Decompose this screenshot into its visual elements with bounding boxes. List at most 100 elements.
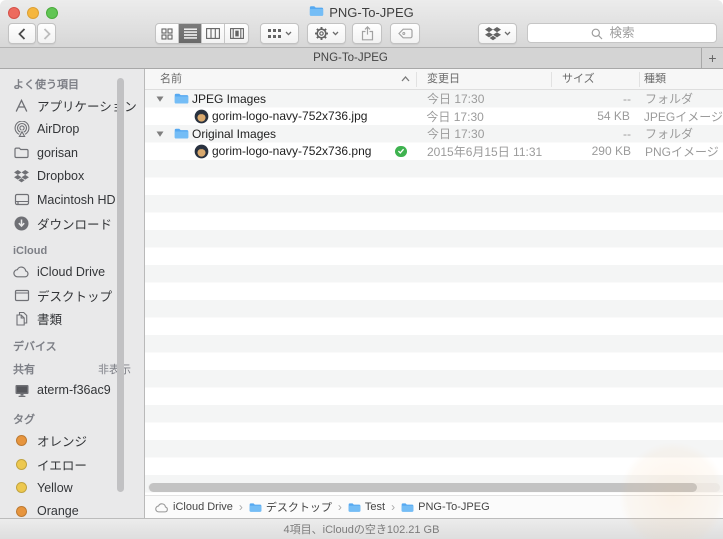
cloud-icon (13, 263, 30, 280)
arrange-menu-button[interactable] (260, 23, 299, 44)
column-header-size[interactable]: サイズ (562, 69, 595, 90)
column-header-modified[interactable]: 変更日 (427, 69, 460, 90)
search-input[interactable] (528, 24, 716, 42)
disclosure-triangle-icon[interactable] (156, 95, 164, 103)
documents-icon (13, 310, 30, 327)
path-segment-test[interactable]: Test (348, 501, 385, 513)
path-segment-desktop[interactable]: デスクトップ (249, 499, 332, 515)
forward-button[interactable] (37, 23, 56, 44)
horizontal-scrollbar-thumb[interactable] (149, 483, 697, 492)
file-size: -- (623, 91, 631, 106)
chevron-down-icon (332, 31, 339, 36)
path-separator: › (391, 500, 396, 514)
path-segment-icloud-drive[interactable]: iCloud Drive (155, 501, 233, 513)
horizontal-scrollbar[interactable] (148, 483, 720, 492)
chevron-right-icon (43, 27, 51, 40)
disclosure-triangle-icon[interactable] (156, 130, 164, 138)
search-icon (591, 28, 603, 40)
download-icon (13, 215, 30, 232)
view-mode-control (155, 23, 249, 44)
file-modified: 今日 17:30 (427, 92, 485, 107)
chevron-down-icon (285, 31, 292, 36)
path-separator: › (337, 500, 342, 514)
desktop-icon (13, 287, 30, 304)
file-rows: JPEG Images 今日 17:30 -- フォルダ gorim-logo-… (145, 90, 723, 495)
cloud-icon (155, 502, 168, 512)
list-view-button[interactable] (179, 24, 202, 43)
sidebar-item-tag-orange[interactable]: Orange (0, 500, 144, 518)
gear-icon (315, 27, 328, 40)
column-divider[interactable] (551, 72, 552, 87)
tab-bar: PNG-To-JPEG + (0, 48, 723, 69)
folder-icon (348, 502, 361, 512)
path-bar: iCloud Drive › デスクトップ › Test › PNG-To-JP… (145, 495, 723, 518)
tag-color-dot (16, 435, 27, 447)
column-header-name[interactable]: 名前 (160, 69, 182, 90)
icon-view-button[interactable] (156, 24, 179, 43)
navigation-buttons (8, 23, 56, 44)
finder-window: PNG-To-JPEG 検索 PNG-To-JPEG + よく使う項目 アプリケ… (0, 0, 723, 539)
folder-icon (249, 502, 262, 512)
path-segment-png-to-jpeg[interactable]: PNG-To-JPEG (401, 501, 490, 513)
file-name: gorim-logo-navy-752x736.jpg (212, 109, 368, 124)
table-row[interactable]: gorim-logo-navy-752x736.jpg 今日 17:30 54 … (145, 108, 723, 126)
file-size: 54 KB (597, 109, 630, 124)
file-kind: フォルダ (645, 92, 694, 107)
display-icon (13, 382, 30, 399)
dropbox-menu-button[interactable] (478, 23, 517, 44)
share-button[interactable] (352, 23, 382, 44)
tag-color-dot (16, 505, 27, 517)
dropbox-icon (484, 26, 501, 40)
column-divider[interactable] (639, 72, 640, 87)
hide-shared-button[interactable]: 非表示 (98, 362, 131, 379)
file-kind: PNGイメージ (645, 144, 719, 159)
sidebar-scrollbar[interactable] (117, 78, 124, 492)
folder-icon (174, 92, 189, 105)
back-button[interactable] (8, 23, 36, 44)
icloud-synced-check-icon (395, 145, 407, 157)
chevron-down-icon (504, 31, 510, 36)
image-file-icon (194, 109, 209, 124)
plus-icon: + (708, 50, 717, 66)
column-divider[interactable] (416, 72, 417, 87)
column-view-icon (206, 28, 220, 39)
file-size: 290 KB (591, 144, 631, 159)
applications-icon (13, 97, 30, 114)
file-modified: 今日 17:30 (426, 109, 484, 124)
toolbar: PNG-To-JPEG (0, 0, 723, 48)
window-title-area: PNG-To-JPEG (0, 4, 723, 20)
proxy-folder-icon (309, 5, 324, 20)
arrange-icon (268, 29, 281, 38)
dropbox-icon (13, 168, 30, 185)
tag-button[interactable] (390, 23, 420, 44)
main-area: よく使う項目 アプリケーション AirDrop gorisan Dropbox … (0, 69, 723, 518)
folder-icon (13, 144, 30, 161)
tag-icon (397, 28, 413, 39)
new-tab-button[interactable]: + (702, 48, 723, 68)
column-header-row: 名前 変更日 サイズ 種類 (145, 69, 723, 90)
action-menu-button[interactable] (307, 23, 346, 44)
airdrop-icon (13, 121, 30, 138)
file-name: gorim-logo-navy-752x736.png (212, 144, 372, 159)
grid-view-icon (161, 27, 173, 40)
chevron-left-icon (18, 27, 26, 40)
tag-color-dot (16, 482, 27, 494)
list-view-icon (183, 28, 197, 39)
file-kind: JPEGイメージ (643, 109, 723, 124)
tab-png-to-jpeg[interactable]: PNG-To-JPEG (0, 48, 702, 68)
file-modified: 2015年6月15日 11:31 (427, 144, 543, 159)
coverflow-view-button[interactable] (225, 24, 248, 43)
table-row[interactable]: gorim-logo-navy-752x736.png 2015年6月15日 1… (145, 143, 723, 161)
file-list: 名前 変更日 サイズ 種類 JPEG Images 今日 17:30 -- フォ… (145, 69, 723, 518)
share-icon (361, 26, 373, 41)
file-size: -- (623, 126, 631, 141)
harddrive-icon (13, 191, 30, 208)
status-bar: 4項目、iCloudの空き102.21 GB (0, 518, 723, 539)
table-row[interactable]: Original Images 今日 17:30 -- フォルダ (145, 125, 723, 143)
table-row[interactable]: JPEG Images 今日 17:30 -- フォルダ (145, 90, 723, 108)
column-header-kind[interactable]: 種類 (644, 69, 666, 90)
column-view-button[interactable] (202, 24, 225, 43)
folder-icon (401, 502, 414, 512)
sidebar: よく使う項目 アプリケーション AirDrop gorisan Dropbox … (0, 69, 145, 518)
window-title: PNG-To-JPEG (329, 4, 414, 20)
